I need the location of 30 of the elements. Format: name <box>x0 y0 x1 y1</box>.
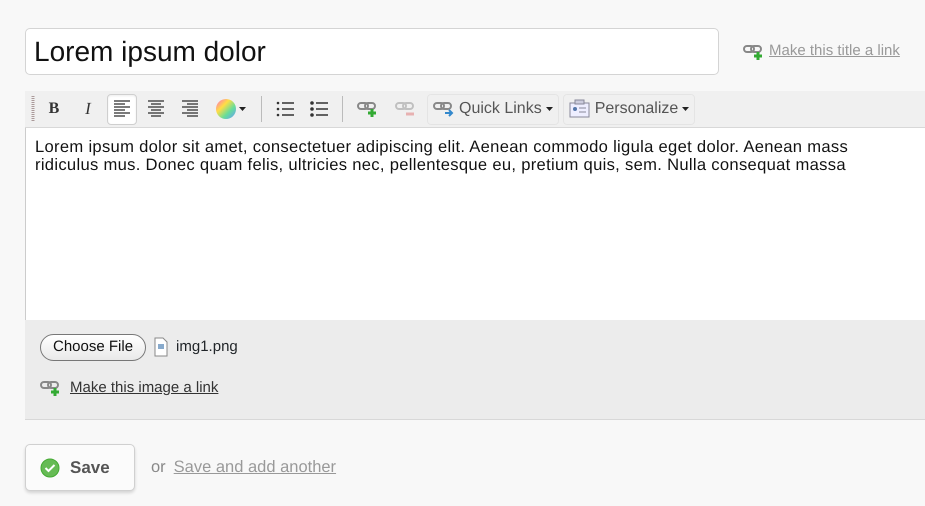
toolbar-grip-icon <box>31 96 35 122</box>
align-center-icon <box>148 99 164 119</box>
save-button[interactable]: Save <box>25 444 135 491</box>
image-file-icon <box>154 337 168 358</box>
align-left-button[interactable] <box>107 94 137 124</box>
link-add-icon <box>357 100 379 118</box>
link-arrow-icon <box>433 100 455 118</box>
link-add-icon <box>40 378 62 397</box>
link-remove-icon <box>395 100 417 118</box>
or-text: or <box>151 457 166 478</box>
bold-button[interactable]: B <box>39 94 69 124</box>
editor-text-line: Lorem ipsum dolor sit amet, consectetuer adipiscing elit. Aenean commodo ligula eget dolor. Aenean mass <box>35 138 850 156</box>
choose-file-button[interactable]: Choose File <box>40 334 146 360</box>
check-circle-icon <box>40 458 60 478</box>
image-link[interactable]: Make this image a link <box>70 376 218 399</box>
align-left-icon <box>114 99 130 119</box>
editor-text-line: ridiculus mus. Donec quam felis, ultricies nec, pellentesque eu, pretium quis, sem. Nulla consequat massa <box>35 156 847 174</box>
bullet-list-icon <box>310 99 328 119</box>
caret-icon <box>682 107 690 111</box>
color-wheel-icon <box>215 98 247 120</box>
personalize-dropdown[interactable]: Personalize <box>562 94 696 124</box>
text-editor[interactable] <box>25 128 925 320</box>
align-right-icon <box>182 99 198 119</box>
caret-icon <box>546 107 553 111</box>
italic-button[interactable]: I <box>73 94 103 124</box>
title-field[interactable]: Lorem ipsum dolor <box>25 28 719 75</box>
file-name: img1.png <box>176 337 238 357</box>
link-add-icon <box>743 42 765 60</box>
quick-links-dropdown[interactable]: Quick Links <box>427 94 559 124</box>
contact-card-icon <box>568 99 591 119</box>
